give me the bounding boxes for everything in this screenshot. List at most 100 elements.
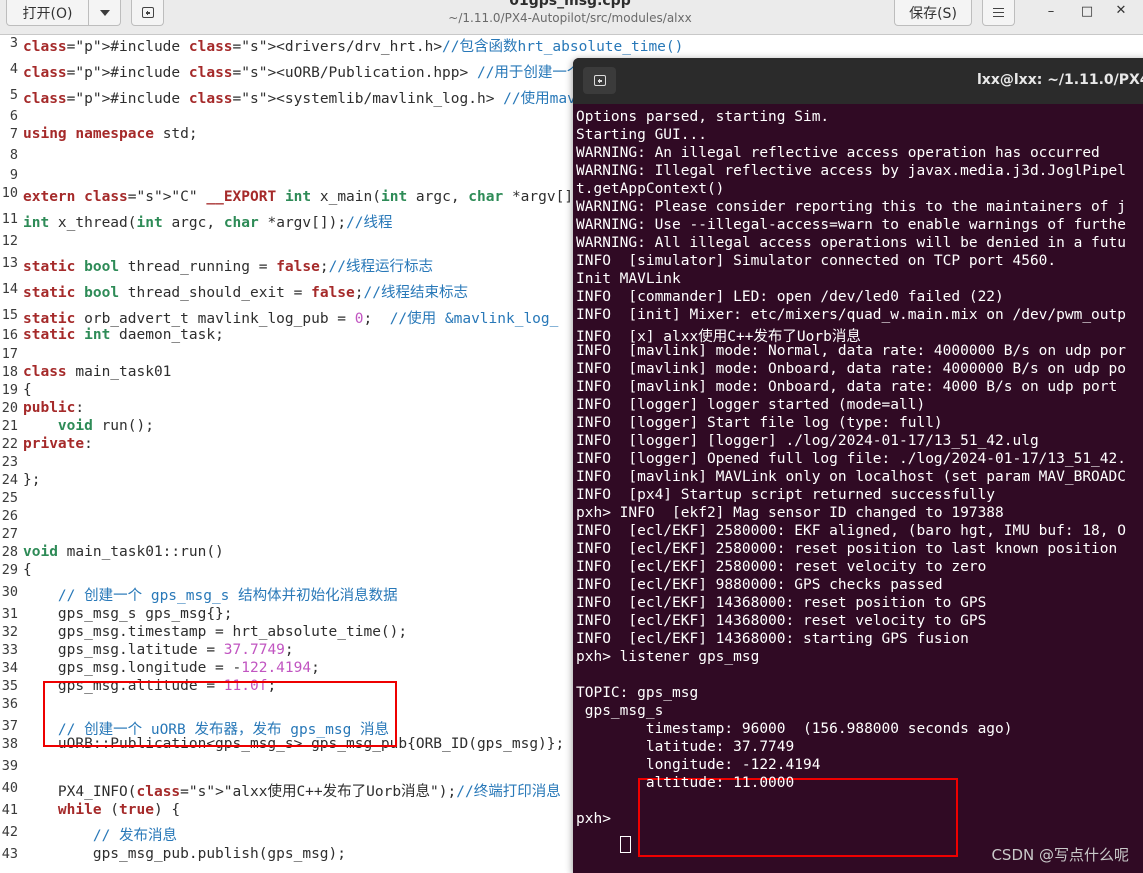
line-number: 15 — [1, 307, 18, 323]
line-number: 11 — [1, 211, 18, 227]
minimize-icon: – — [1047, 3, 1055, 19]
line-number: 38 — [1, 736, 18, 752]
line-number: 5 — [9, 87, 18, 103]
maximize-button[interactable]: □ — [1075, 1, 1099, 21]
terminal-cursor — [620, 836, 631, 853]
line-number: 17 — [1, 346, 18, 362]
code-line: gps_msg.latitude = 37.7749; — [23, 642, 294, 658]
code-line: gps_msg.longitude = -122.4194; — [23, 660, 320, 676]
terminal-window[interactable]: lxx@lxx: ~/1.11.0/PX4-A Options parsed, … — [573, 58, 1143, 873]
code-line: gps_msg.timestamp = hrt_absolute_time(); — [23, 624, 408, 640]
line-number: 9 — [9, 167, 18, 183]
terminal-line: INFO [ecl/EKF] 2580000: EKF aligned, (ba… — [576, 523, 1126, 539]
terminal-line: timestamp: 96000 (156.988000 seconds ago… — [576, 721, 1013, 737]
code-line: static bool thread_should_exit = false;/… — [23, 285, 468, 301]
terminal-line: pxh> listener gps_msg — [576, 649, 760, 665]
line-number: 22 — [1, 436, 18, 452]
terminal-line: INFO [ecl/EKF] 14368000: reset velocity … — [576, 613, 987, 629]
terminal-line: INFO [mavlink] mode: Normal, data rate: … — [576, 343, 1126, 359]
minimize-button[interactable]: – — [1039, 1, 1063, 21]
line-number: 31 — [1, 606, 18, 622]
code-line: { — [23, 562, 32, 578]
line-number: 19 — [1, 382, 18, 398]
terminal-line: INFO [ecl/EKF] 9880000: GPS checks passe… — [576, 577, 943, 593]
terminal-line: INFO [mavlink] mode: Onboard, data rate:… — [576, 379, 1118, 395]
line-number: 29 — [1, 562, 18, 578]
terminal-line: Options parsed, starting Sim. — [576, 109, 830, 125]
terminal-line: WARNING: An illegal reflective access op… — [576, 145, 1100, 161]
line-number: 37 — [1, 718, 18, 734]
line-number: 18 — [1, 364, 18, 380]
terminal-line: t.getAppContext() — [576, 181, 725, 197]
window-title: 01gps_msg.cpp — [509, 0, 631, 9]
terminal-line: pxh> INFO [ekf2] Mag sensor ID changed t… — [576, 505, 1004, 521]
line-number: 28 — [1, 544, 18, 560]
line-number: 8 — [9, 147, 18, 163]
code-line: void main_task01::run() — [23, 544, 224, 560]
close-button[interactable]: ✕ — [1110, 0, 1132, 20]
new-document-icon — [141, 7, 154, 18]
terminal-new-tab-button[interactable] — [583, 67, 616, 94]
code-line: { — [23, 382, 32, 398]
terminal-line: INFO [logger] Opened full log file: ./lo… — [576, 451, 1126, 467]
terminal-output[interactable]: Options parsed, starting Sim. Starting GU… — [573, 104, 1143, 873]
line-number: 41 — [1, 802, 18, 818]
highlight-box-code — [43, 681, 397, 747]
watermark: CSDN @写点什么呢 — [991, 846, 1129, 864]
terminal-header-bar: lxx@lxx: ~/1.11.0/PX4-A — [573, 58, 1143, 104]
code-line: private: — [23, 436, 93, 452]
open-button-label: 打开(O) — [22, 5, 73, 22]
terminal-line: TOPIC: gps_msg — [576, 685, 699, 701]
line-number: 3 — [9, 35, 18, 51]
line-number: 27 — [1, 526, 18, 542]
terminal-title: lxx@lxx: ~/1.11.0/PX4-A — [977, 72, 1143, 88]
line-number: 35 — [1, 678, 18, 694]
line-number: 7 — [9, 126, 18, 142]
line-number: 14 — [1, 281, 18, 297]
terminal-line: INFO [logger] logger started (mode=all) — [576, 397, 926, 413]
line-number: 25 — [1, 490, 18, 506]
terminal-line: WARNING: Illegal reflective access by ja… — [576, 163, 1126, 179]
open-menu-button[interactable] — [88, 0, 121, 26]
save-button[interactable]: 保存(S) — [894, 0, 972, 26]
header-bar: 打开(O) 01gps_msg.cpp ~/1.11.0/PX4-Autopil… — [0, 0, 1143, 35]
code-line: gps_msg_pub.publish(gps_msg); — [23, 846, 347, 862]
line-number: 32 — [1, 624, 18, 640]
code-line: class="p">#include class="s"><drivers/dr… — [23, 39, 684, 55]
terminal-line: INFO [commander] LED: open /dev/led0 fai… — [576, 289, 1004, 305]
file-path: ~/1.11.0/PX4-Autopilot/src/modules/alxx — [448, 11, 692, 25]
code-line: // 发布消息 — [92, 828, 178, 844]
code-line: PX4_INFO(class="s">"alxx使用C++发布了Uorb消息")… — [23, 784, 561, 800]
terminal-line: INFO [logger] [logger] ./log/2024-01-17/… — [576, 433, 1039, 449]
open-button[interactable]: 打开(O) — [6, 0, 89, 26]
line-number: 30 — [1, 584, 18, 600]
line-number: 33 — [1, 642, 18, 658]
code-line: int x_thread(int argc, char *argv[]);//线… — [23, 215, 393, 231]
terminal-line: INFO [ecl/EKF] 14368000: reset position … — [576, 595, 987, 611]
line-number: 39 — [1, 758, 18, 774]
code-line: void run(); — [57, 418, 154, 434]
new-tab-icon — [593, 75, 606, 86]
terminal-line: INFO [px4] Startup script returned succe… — [576, 487, 996, 503]
line-number: 26 — [1, 508, 18, 524]
line-number: 34 — [1, 660, 18, 676]
terminal-line: INFO [mavlink] MAVLink only on localhost… — [576, 469, 1126, 485]
code-line: // 创建一个 gps_msg_s 结构体并初始化消息数据 — [57, 588, 398, 604]
terminal-line: longitude: -122.4194 — [576, 757, 821, 773]
terminal-line: WARNING: Please consider reporting this … — [576, 199, 1126, 215]
code-line: while (true) { — [57, 802, 181, 818]
chevron-down-icon — [99, 9, 110, 16]
line-number: 20 — [1, 400, 18, 416]
terminal-line: INFO [init] Mixer: etc/mixers/quad_w.mai… — [576, 307, 1126, 323]
code-line: static bool thread_running = false;//线程运… — [23, 259, 434, 275]
line-number: 6 — [9, 108, 18, 124]
close-icon: ✕ — [1115, 2, 1127, 18]
code-line: static orb_advert_t mavlink_log_pub = 0;… — [23, 311, 559, 327]
main-menu-button[interactable] — [982, 0, 1015, 26]
new-tab-button[interactable] — [131, 0, 164, 26]
line-number: 16 — [1, 327, 18, 343]
terminal-line: WARNING: All illegal access operations w… — [576, 235, 1126, 251]
terminal-line: gps_msg_s — [576, 703, 664, 719]
line-number: 24 — [1, 472, 18, 488]
code-line: gps_msg_s gps_msg{}; — [23, 606, 233, 622]
